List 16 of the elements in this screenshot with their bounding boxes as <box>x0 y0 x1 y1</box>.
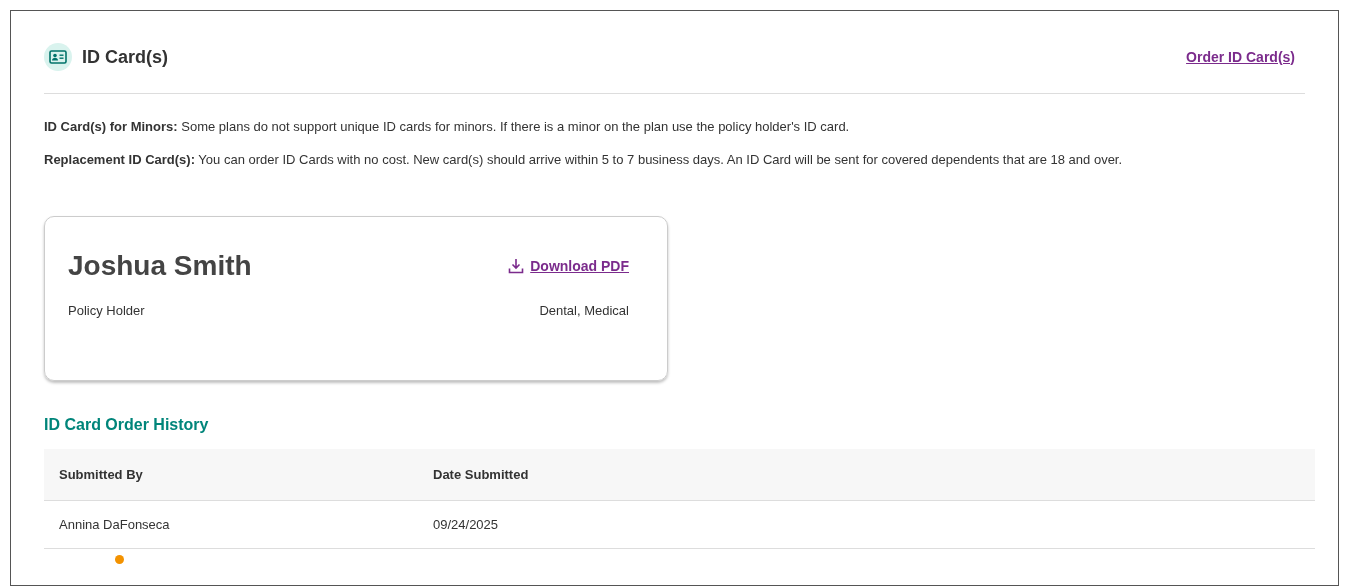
card-coverage: Dental, Medical <box>539 302 629 320</box>
info-paragraph: Replacement ID Card(s): You can order ID Cards with no cost. New card(s) should arrive within 5 to 7 business days. An ID Card will be sent for covered dependents that are 18 and over. <box>44 151 1124 169</box>
column-header: Date Submitted <box>433 465 529 484</box>
download-icon <box>508 258 525 274</box>
card-holder-name: Joshua Smith <box>68 249 252 283</box>
marker-icon <box>115 555 124 564</box>
column-header: Submitted By <box>59 465 144 484</box>
card-role: Policy Holder <box>68 302 145 320</box>
table-cell-text: 09/24/2025 <box>433 515 499 534</box>
table-cell-text: Annina DaFonseca <box>59 515 171 534</box>
order-id-cards-link[interactable]: Order ID Card(s) <box>1186 46 1295 68</box>
download-pdf-link[interactable]: Download PDF <box>508 255 629 277</box>
section-title: ID Card(s) <box>82 45 168 69</box>
info-paragraph: ID Card(s) for Minors: Some plans do not support unique ID cards for minors. If there is a minor on the plan use the policy holder's ID card. <box>44 118 851 136</box>
id-card-icon <box>44 43 72 71</box>
order-history-title: ID Card Order History <box>44 415 210 435</box>
